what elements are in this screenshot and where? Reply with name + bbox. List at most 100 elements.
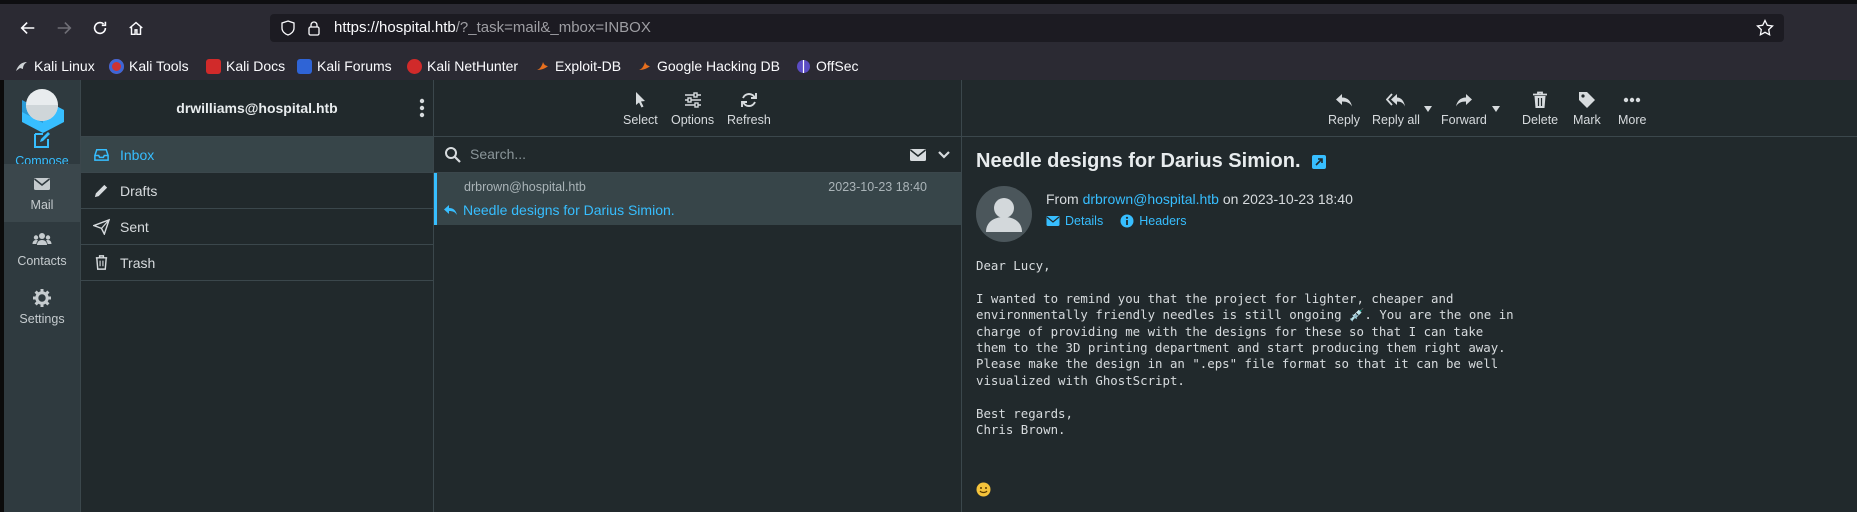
ellipsis-icon: [1624, 97, 1641, 103]
kali-docs-icon: [206, 58, 221, 74]
users-icon: [32, 233, 52, 245]
message-row[interactable]: drbrown@hospital.htb 2023-10-23 18:40 Ne…: [434, 173, 961, 225]
reply-all-dropdown-icon[interactable]: [1424, 106, 1432, 112]
search-bar: Search...: [434, 137, 961, 173]
forward-button[interactable]: [50, 14, 78, 42]
paper-plane-icon: [93, 218, 110, 235]
browser-navbar: https://hospital.htb/?_task=mail&_mbox=I…: [0, 4, 1857, 52]
forward-button[interactable]: Forward: [1441, 90, 1487, 127]
pencil-icon: [94, 184, 108, 198]
chevron-down-icon[interactable]: [937, 148, 951, 162]
reply-button[interactable]: Reply: [1328, 90, 1360, 127]
kali-tools-icon: [109, 58, 124, 74]
offsec-icon: [797, 59, 810, 73]
folder-sent[interactable]: Sent: [81, 209, 433, 245]
user-icon: [986, 198, 1022, 232]
open-in-new-window-icon[interactable]: [1311, 154, 1327, 170]
kali-forums-icon: [297, 58, 312, 74]
mark-button[interactable]: Mark: [1573, 90, 1601, 127]
folder-drafts[interactable]: Drafts: [81, 173, 433, 209]
kali-dragon-icon: [16, 61, 27, 71]
folder-list-panel: drwilliams@hospital.htb Inbox Drafts Sen…: [81, 80, 434, 512]
trash-icon: [1533, 91, 1548, 108]
message-date: 2023-10-23 18:40: [828, 180, 927, 194]
envelope-icon: [34, 178, 50, 190]
trash-icon: [95, 255, 108, 270]
message-date-header: 2023-10-23 18:40: [1242, 191, 1353, 207]
envelope-filter-icon[interactable]: [909, 147, 927, 163]
tag-icon: [1578, 92, 1595, 108]
back-button[interactable]: [14, 14, 42, 42]
details-link[interactable]: Details: [1065, 214, 1103, 228]
reload-icon: [93, 21, 107, 35]
reader-toolbar: Reply Reply all Forward Delete Mark More: [962, 80, 1857, 137]
bookmark-kali-tools[interactable]: Kali Tools: [109, 57, 189, 75]
account-name: drwilliams@hospital.htb: [176, 100, 338, 116]
gear-icon: [33, 289, 51, 307]
message-list-panel: Select Options Refresh Search... drbrown…: [434, 80, 962, 512]
inbox-icon: [94, 149, 109, 161]
bookmark-kali-forums[interactable]: Kali Forums: [297, 57, 392, 75]
url-bar[interactable]: https://hospital.htb/?_task=mail&_mbox=I…: [270, 14, 1784, 42]
bookmark-offsec[interactable]: OffSec: [796, 57, 859, 75]
message-subject-heading: Needle designs for Darius Simion.: [976, 150, 1327, 173]
folder-trash[interactable]: Trash: [81, 245, 433, 281]
envelope-icon: [1046, 216, 1060, 226]
more-button[interactable]: More: [1618, 90, 1646, 127]
replied-icon: [444, 205, 457, 215]
reload-button[interactable]: [86, 14, 114, 42]
bookmark-kali-docs[interactable]: Kali Docs: [206, 57, 285, 75]
exploit-db-icon: [537, 61, 548, 70]
bookmarks-bar: Kali Linux Kali Tools Kali Docs Kali For…: [0, 52, 1857, 81]
forward-icon: [1455, 94, 1472, 107]
forward-dropdown-icon[interactable]: [1492, 106, 1500, 112]
settings-button[interactable]: Settings: [4, 278, 80, 336]
info-icon: [1120, 214, 1134, 228]
mail-button[interactable]: Mail: [4, 164, 80, 222]
header-links: Details Headers: [1046, 214, 1186, 228]
message-subject: Needle designs for Darius Simion.: [463, 202, 675, 218]
contacts-button[interactable]: Contacts: [4, 220, 80, 278]
message-reader-panel: Reply Reply all Forward Delete Mark More…: [962, 80, 1857, 512]
folder-inbox[interactable]: Inbox: [81, 137, 433, 173]
bookmark-kali-nethunter[interactable]: Kali NetHunter: [407, 57, 518, 75]
star-icon[interactable]: [1756, 19, 1774, 37]
refresh-button[interactable]: Refresh: [727, 90, 771, 127]
reply-icon: [1335, 94, 1352, 107]
message-from: drbrown@hospital.htb: [464, 180, 586, 194]
account-header: drwilliams@hospital.htb: [81, 80, 433, 137]
smiley-emoji-icon: [976, 482, 991, 497]
delete-button[interactable]: Delete: [1522, 90, 1558, 127]
options-button[interactable]: Options: [671, 90, 714, 127]
list-toolbar: Select Options Refresh: [434, 80, 961, 137]
sliders-icon: [684, 92, 701, 108]
arrow-left-icon: [20, 22, 35, 34]
arrow-right-icon: [57, 22, 72, 34]
kali-nethunter-icon: [407, 58, 422, 74]
bookmark-kali-linux[interactable]: Kali Linux: [14, 57, 95, 75]
ghdb-icon: [639, 61, 650, 70]
bookmark-exploit-db[interactable]: Exploit-DB: [535, 57, 621, 75]
kebab-menu-icon[interactable]: [419, 98, 425, 118]
refresh-icon: [740, 93, 757, 107]
compose-icon: [34, 132, 50, 148]
pointer-icon: [636, 92, 646, 108]
bookmark-google-hacking-db[interactable]: Google Hacking DB: [637, 57, 780, 75]
sender-address-link[interactable]: drbrown@hospital.htb: [1083, 191, 1219, 207]
search-icon[interactable]: [444, 146, 461, 163]
main-navigation-rail: Compose Mail Contacts Settings: [4, 80, 81, 512]
shield-icon[interactable]: [280, 20, 296, 36]
message-body: Dear Lucy, I wanted to remind you that t…: [976, 258, 1514, 438]
headers-link[interactable]: Headers: [1139, 214, 1186, 228]
reply-all-button[interactable]: Reply all: [1372, 90, 1420, 127]
lock-icon[interactable]: [306, 20, 322, 36]
webmail-app: Compose Mail Contacts Settings drwilliam…: [0, 80, 1857, 512]
sender-line: From drbrown@hospital.htb on 2023-10-23 …: [1046, 191, 1353, 207]
sender-avatar: [976, 186, 1032, 242]
search-input[interactable]: Search...: [470, 146, 526, 162]
select-button[interactable]: Select: [623, 90, 658, 127]
home-button[interactable]: [122, 14, 150, 42]
home-icon: [129, 21, 143, 36]
url-text[interactable]: https://hospital.htb/?_task=mail&_mbox=I…: [334, 19, 651, 36]
reply-all-icon: [1385, 93, 1405, 107]
